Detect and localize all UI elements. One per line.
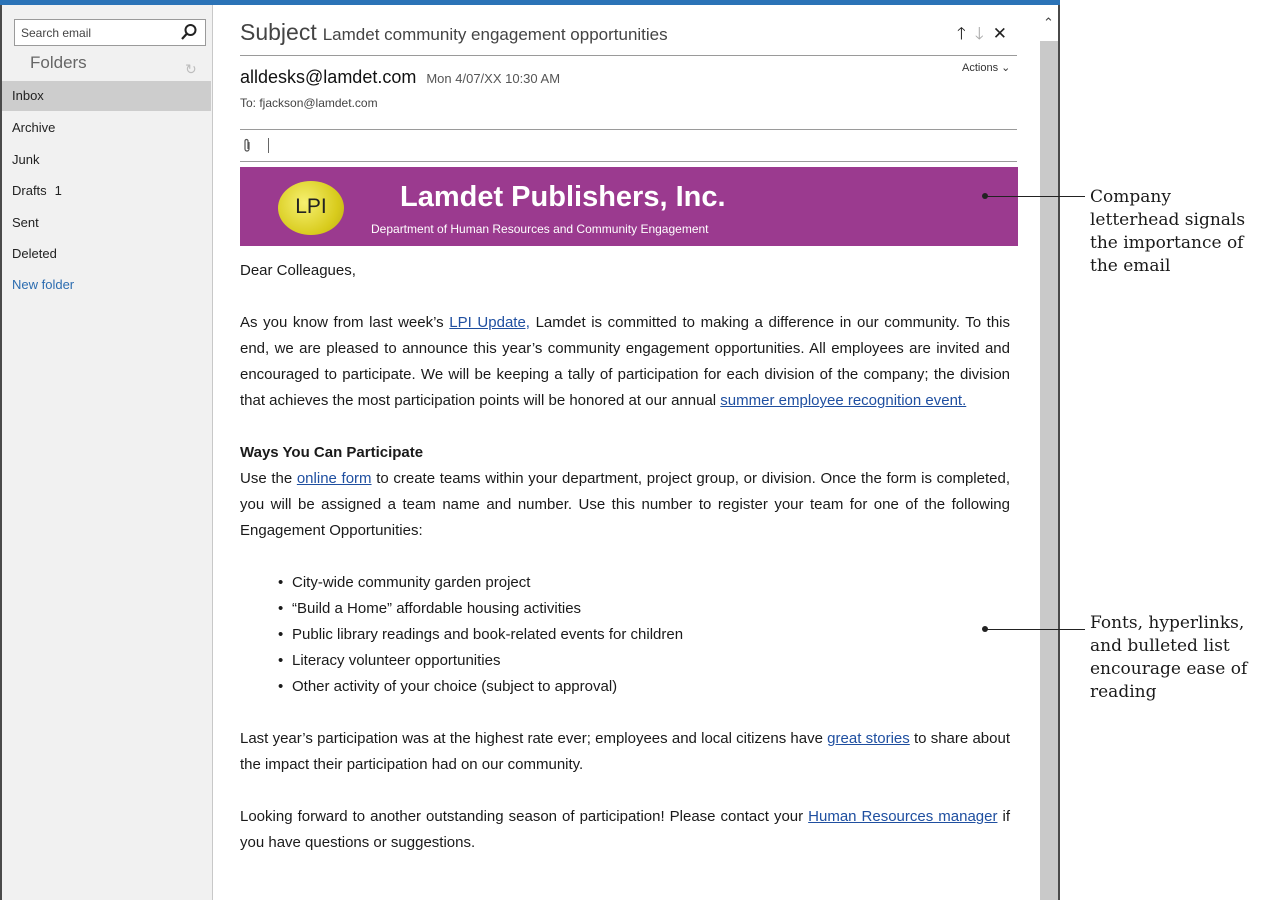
attachment-icon[interactable]	[242, 138, 252, 154]
new-folder-link[interactable]: New folder	[2, 270, 211, 300]
chevron-down-icon: ⌄	[1001, 62, 1011, 74]
online-form-link[interactable]: online form	[297, 470, 372, 487]
subject-label: Subject	[240, 19, 317, 45]
search-input[interactable]: Search email	[14, 19, 206, 46]
letterhead-title: Lamdet Publishers, Inc.	[400, 181, 726, 213]
header-divider	[240, 129, 1017, 130]
subject-text: Lamdet community engagement opportunitie…	[322, 25, 668, 44]
actions-menu[interactable]: Actions ⌄	[962, 61, 1010, 74]
company-logo: LPI	[278, 181, 344, 235]
paragraph-text: Last year’s participation was at the hig…	[240, 730, 828, 747]
search-icon[interactable]	[180, 23, 198, 41]
callout-line	[985, 196, 1085, 197]
list-item: “Build a Home” affordable housing activi…	[278, 596, 1010, 622]
logo-text: LPI	[295, 195, 327, 218]
sender-address[interactable]: alldesks@lamdet.com	[240, 67, 416, 87]
paragraph-text: Use the	[240, 470, 297, 487]
folder-inbox[interactable]: Inbox	[2, 81, 211, 111]
body-paragraph: Use the online form to create teams with…	[240, 466, 1010, 544]
recipient-line: To: fjackson@lamdet.com	[240, 96, 378, 110]
folder-pane: Search email Folders ↻ Inbox Archive Jun…	[2, 5, 213, 900]
letterhead-subtitle: Department of Human Resources and Commun…	[371, 222, 709, 236]
company-letterhead: LPI Lamdet Publishers, Inc. Department o…	[240, 167, 1018, 246]
folder-label: Archive	[12, 120, 56, 135]
subject-line: Subject Lamdet community engagement oppor…	[240, 19, 668, 46]
callout-letterhead: Company letterhead signals the importanc…	[1090, 187, 1246, 276]
message-nav-controls: 🡑 🡓 ✕	[957, 21, 1016, 50]
hr-manager-link[interactable]: Human Resources manager	[808, 808, 997, 825]
recognition-event-link[interactable]: summer employee recognition event.	[720, 392, 966, 409]
folder-count: 1	[54, 183, 62, 198]
reading-pane: Subject Lamdet community engagement oppor…	[213, 5, 1040, 900]
sender-line: alldesks@lamdet.com Mon 4/07/XX 10:30 AM	[240, 67, 560, 88]
message-body: Dear Colleagues, As you know from last w…	[240, 258, 1010, 856]
scrollbar-track[interactable]	[1040, 41, 1058, 900]
close-icon[interactable]: ✕	[993, 24, 1007, 43]
folder-label: Deleted	[12, 246, 57, 261]
sent-date: Mon 4/07/XX 10:30 AM	[426, 71, 561, 86]
list-item: Public library readings and book-related…	[278, 622, 1010, 648]
header-divider	[240, 55, 1017, 56]
folder-label: Inbox	[12, 88, 44, 103]
callout-formatting: Fonts, hyperlinks, and bulleted list enc…	[1090, 613, 1248, 702]
folder-label: Sent	[12, 215, 39, 230]
folders-heading: Folders	[30, 53, 87, 72]
folder-junk[interactable]: Junk	[2, 145, 211, 175]
refresh-icon[interactable]: ↻	[185, 61, 197, 78]
search-placeholder: Search email	[21, 26, 92, 40]
paragraph-text: As you know from last week’s	[240, 314, 450, 331]
great-stories-link[interactable]: great stories	[827, 730, 910, 747]
previous-arrow-icon[interactable]: 🡑	[957, 24, 966, 43]
body-paragraph: Looking forward to another outstanding s…	[240, 804, 1010, 856]
callout-line	[985, 629, 1085, 630]
list-item: Literacy volunteer opportunities	[278, 648, 1010, 674]
text-cursor	[268, 138, 269, 153]
folder-archive[interactable]: Archive	[2, 113, 211, 143]
paragraph-text: Looking forward to another outstanding s…	[240, 808, 809, 825]
list-item: City-wide community garden project	[278, 570, 1010, 596]
actions-label: Actions	[962, 62, 999, 74]
folder-label: Junk	[12, 152, 40, 167]
folder-sent[interactable]: Sent	[2, 208, 211, 238]
opportunity-list: City-wide community garden project “Buil…	[240, 570, 1010, 700]
vertical-scrollbar[interactable]: ⌃	[1040, 5, 1058, 900]
scroll-up-icon[interactable]: ⌃	[1043, 15, 1054, 31]
folder-drafts[interactable]: Drafts 1	[2, 176, 211, 206]
compose-divider	[240, 161, 1017, 162]
section-heading: Ways You Can Participate	[240, 444, 424, 461]
lpi-update-link[interactable]: LPI Update,	[449, 314, 530, 331]
body-paragraph: As you know from last week’s LPI Update,…	[240, 310, 1010, 414]
folder-label: Drafts	[12, 183, 47, 198]
list-item: Other activity of your choice (subject t…	[278, 674, 1010, 700]
greeting: Dear Colleagues,	[240, 262, 356, 279]
next-arrow-icon[interactable]: 🡓	[975, 24, 984, 43]
body-paragraph: Last year’s participation was at the hig…	[240, 726, 1010, 778]
folder-deleted[interactable]: Deleted	[2, 239, 211, 269]
